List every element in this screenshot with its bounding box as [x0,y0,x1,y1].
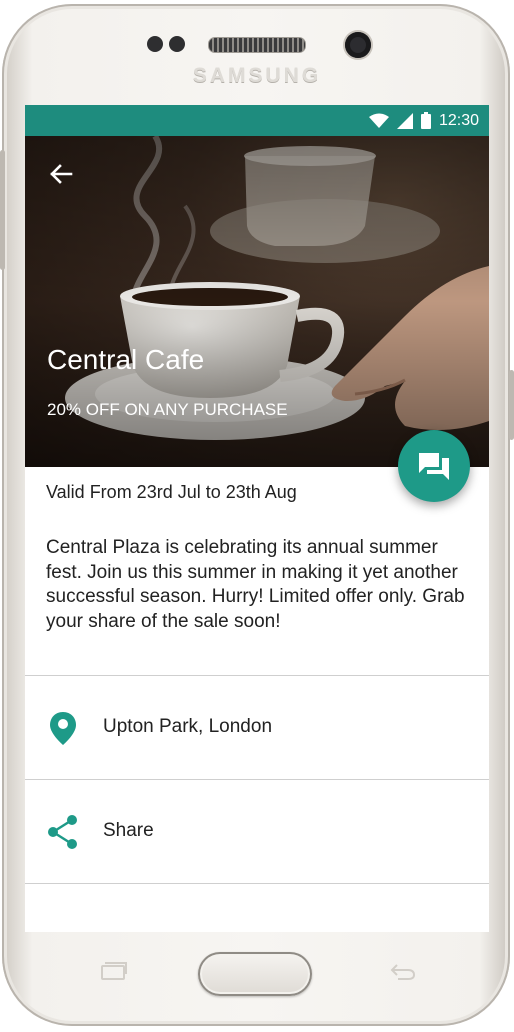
chat-icon [419,453,449,480]
earpiece-speaker [208,37,306,53]
app-screen: 12:30 Central Cafe 20% OFF ON ANY PURCHA… [25,105,489,932]
battery-icon [420,112,431,129]
share-row[interactable]: Share [25,779,489,884]
wifi-icon [368,113,389,128]
location-label: Upton Park, London [103,716,273,737]
divider [25,883,489,884]
status-bar: 12:30 [25,105,489,136]
power-button [509,370,514,440]
offer-subtitle: 20% OFF ON ANY PURCHASE [47,400,288,419]
back-key-icon[interactable] [388,962,416,980]
recent-apps-icon[interactable] [98,962,128,980]
location-row[interactable]: Upton Park, London [25,675,489,780]
volume-button [0,150,5,270]
hero-overlay: Central Cafe 20% OFF ON ANY PURCHASE [25,136,489,467]
chat-button[interactable] [398,430,470,502]
offer-description: Central Plaza is celebrating its annual … [46,537,465,632]
home-button[interactable] [198,952,312,996]
front-camera [345,32,371,58]
hero-image: Central Cafe 20% OFF ON ANY PURCHASE [25,136,489,467]
location-pin-icon [50,712,76,745]
brand-logo: SAMSUNG [192,64,322,87]
share-label: Share [103,820,154,841]
proximity-sensor [147,36,163,52]
signal-icon [396,112,413,129]
status-time: 12:30 [438,111,479,129]
offer-validity: Valid From 23rd Jul to 23th Aug [46,482,297,502]
share-icon [48,815,77,849]
light-sensor [169,36,185,52]
page-title: Central Cafe [47,344,205,375]
arrow-back-icon[interactable] [47,160,75,188]
